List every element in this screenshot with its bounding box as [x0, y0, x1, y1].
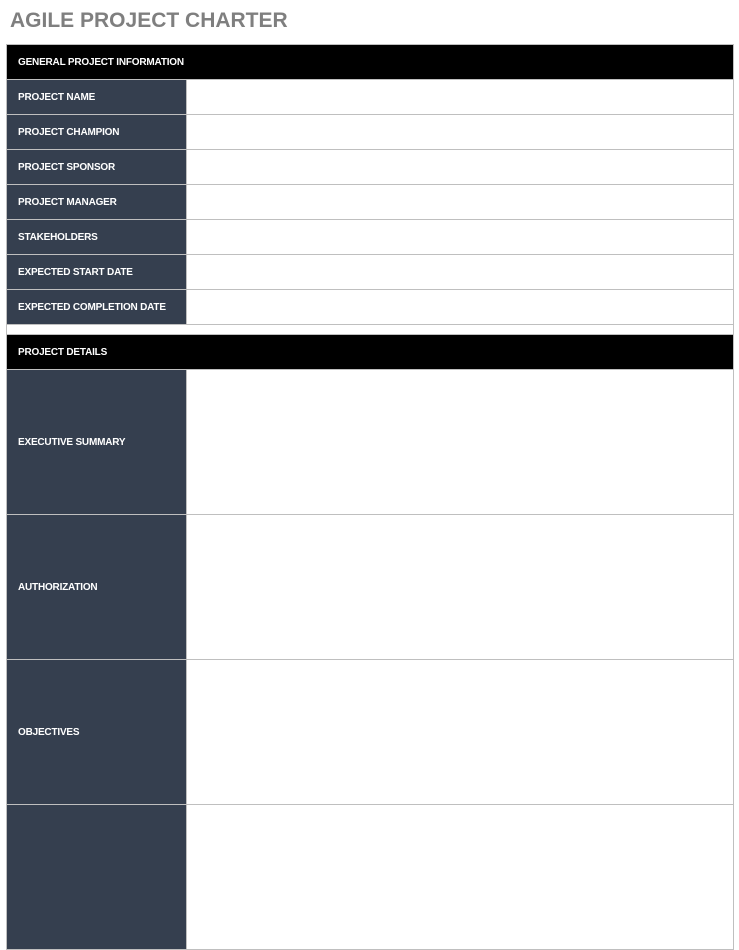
table-row: PROJECT NAME: [7, 80, 733, 115]
objectives-field[interactable]: [186, 660, 733, 804]
executive-summary-field[interactable]: [186, 370, 733, 514]
page-title: AGILE PROJECT CHARTER: [10, 9, 288, 32]
row-label: PROJECT SPONSOR: [7, 150, 186, 184]
table-row: EXPECTED START DATE: [7, 255, 733, 290]
table-row: EXECUTIVE SUMMARY: [7, 370, 733, 515]
row-label: PROJECT CHAMPION: [7, 115, 186, 149]
project-name-field[interactable]: [186, 80, 733, 114]
table-row: PROJECT MANAGER: [7, 185, 733, 220]
table-row: OBJECTIVES: [7, 660, 733, 805]
section-header-details: PROJECT DETAILS: [7, 335, 733, 370]
section-header-general: GENERAL PROJECT INFORMATION: [7, 45, 733, 80]
row-label: AUTHORIZATION: [7, 515, 186, 659]
project-manager-field[interactable]: [186, 185, 733, 219]
stakeholders-field[interactable]: [186, 220, 733, 254]
project-sponsor-field[interactable]: [186, 150, 733, 184]
table-row: AUTHORIZATION: [7, 515, 733, 660]
next-field[interactable]: [186, 805, 733, 949]
row-label: STAKEHOLDERS: [7, 220, 186, 254]
expected-completion-date-field[interactable]: [186, 290, 733, 324]
table-row: PROJECT CHAMPION: [7, 115, 733, 150]
row-label: OBJECTIVES: [7, 660, 186, 804]
row-label: EXPECTED START DATE: [7, 255, 186, 289]
project-champion-field[interactable]: [186, 115, 733, 149]
row-label: EXECUTIVE SUMMARY: [7, 370, 186, 514]
row-label: EXPECTED COMPLETION DATE: [7, 290, 186, 324]
table-row: STAKEHOLDERS: [7, 220, 733, 255]
row-label: PROJECT NAME: [7, 80, 186, 114]
section-spacer: [7, 325, 733, 335]
row-label: PROJECT MANAGER: [7, 185, 186, 219]
table-row: PROJECT SPONSOR: [7, 150, 733, 185]
table-row: EXPECTED COMPLETION DATE: [7, 290, 733, 325]
expected-start-date-field[interactable]: [186, 255, 733, 289]
authorization-field[interactable]: [186, 515, 733, 659]
table-row: [7, 805, 733, 950]
row-label: [7, 805, 186, 949]
charter-table: GENERAL PROJECT INFORMATION PROJECT NAME…: [6, 44, 734, 950]
